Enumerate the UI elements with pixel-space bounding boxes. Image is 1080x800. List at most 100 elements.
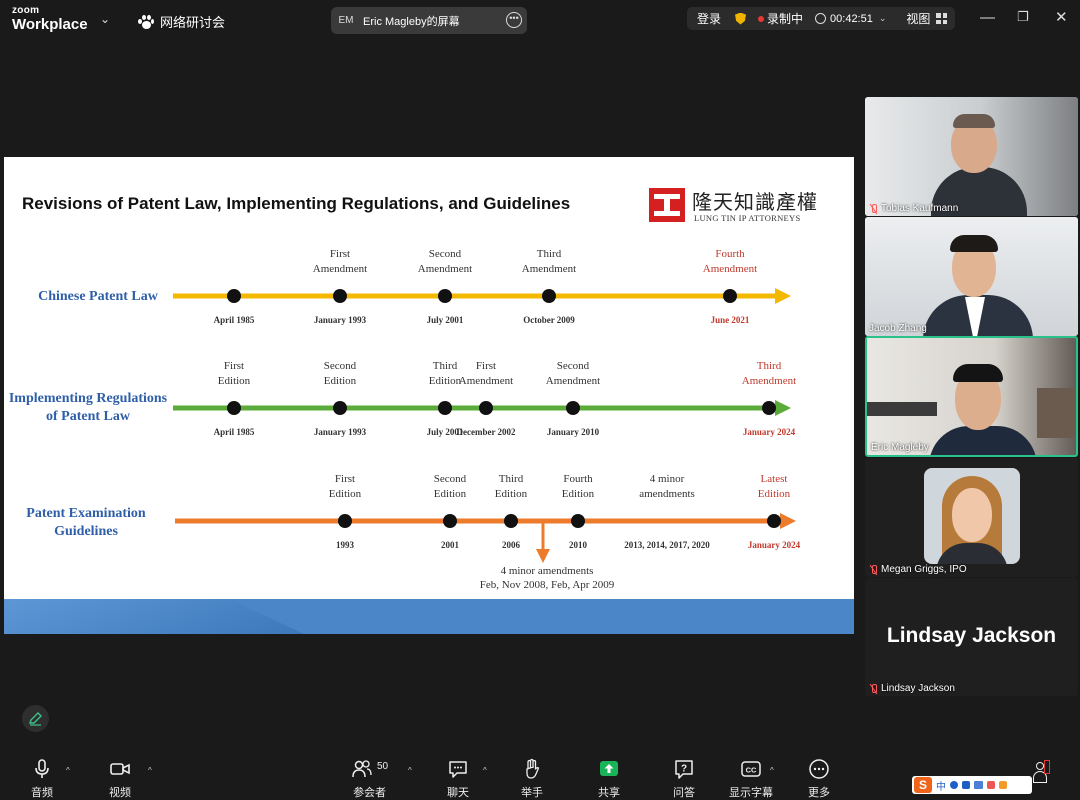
qa-button[interactable]: ? 问答 (673, 758, 695, 800)
timeline-event-label: First (476, 360, 496, 372)
timeline-event-dot (723, 289, 737, 303)
timeline-event-dot (542, 289, 556, 303)
zoom-logo: zoom Workplace (12, 5, 88, 33)
video-options-caret-icon[interactable]: ^ (148, 766, 152, 775)
captions-button[interactable]: CC 显示字幕 (729, 758, 773, 800)
timeline-event-dot (566, 401, 580, 415)
timeline-event-date: January 1993 (314, 427, 367, 437)
chat-bubble-icon (449, 761, 467, 778)
security-shield-icon[interactable] (735, 12, 747, 25)
participants-options-caret-icon[interactable]: ^ (408, 766, 412, 775)
timeline-event-dot (438, 289, 452, 303)
video-tile-jacob[interactable]: Jacob Zhang (865, 217, 1078, 336)
timeline-event-label: Latest (761, 473, 788, 485)
participant-name-tag: Eric Magleby (871, 442, 929, 453)
video-tile-eric[interactable]: Eric Magleby (865, 336, 1078, 457)
screen-share-indicator[interactable]: EM Eric Magleby的屏幕 ••• (331, 7, 527, 34)
timeline-event-date: June 2021 (711, 315, 750, 325)
close-icon[interactable]: ✕ (1055, 10, 1068, 25)
minimize-icon[interactable]: — (980, 10, 995, 25)
meeting-toolbar: 音频 ^ 视频 ^ 50 参会者 ^ 聊天 ^ 举手 共享 ? 问答 CC 显示… (0, 752, 1080, 800)
ime-mode-indicator[interactable]: 中 (936, 778, 946, 793)
raise-hand-button[interactable]: 举手 (521, 758, 543, 800)
share-indicator-text: Eric Magleby的屏幕 (363, 15, 460, 28)
meeting-timer: 00:42:51 (830, 12, 873, 25)
timeline-event-label: Edition (562, 488, 595, 500)
timeline-event-label: Second (324, 360, 357, 372)
video-tile-lindsay[interactable]: Lindsay Jackson Lindsay Jackson (865, 578, 1078, 696)
video-tile-tobias[interactable]: Tobias Kaufmann (865, 97, 1078, 216)
annotate-button[interactable] (22, 705, 49, 732)
timeline-event-label: Amendment (459, 375, 513, 387)
video-button[interactable]: 视频 (109, 758, 131, 800)
audio-button[interactable]: 音频 (31, 758, 53, 800)
recording-status[interactable]: 录制中 (767, 10, 803, 27)
more-button[interactable]: 更多 (808, 758, 830, 800)
webinar-indicator[interactable]: 网络研讨会 (138, 12, 225, 31)
participants-button[interactable]: 50 参会者 (351, 758, 388, 800)
brand-small: zoom (12, 5, 40, 16)
ellipsis-icon[interactable]: ••• (506, 12, 522, 28)
timeline-row-label: Patent Examination (26, 506, 146, 521)
timeline-event-dot (227, 401, 241, 415)
ime-logo-icon: S (914, 777, 932, 793)
ime-toolbar[interactable]: S 中 (912, 776, 1032, 794)
participant-name-tag: Jacob Zhang (869, 323, 927, 334)
webinar-label: 网络研讨会 (160, 15, 226, 30)
callout-text: Feb, Nov 2008, Feb, Apr 2009 (480, 579, 615, 591)
raise-hand-label: 举手 (521, 787, 543, 799)
participant-name: Lindsay Jackson (881, 683, 955, 694)
audio-options-caret-icon[interactable]: ^ (66, 766, 70, 775)
chat-options-caret-icon[interactable]: ^ (483, 766, 487, 775)
captions-options-caret-icon[interactable]: ^ (770, 766, 774, 775)
participants-label: 参会者 (353, 787, 387, 799)
more-label: 更多 (808, 787, 830, 799)
timeline-event-label: Edition (495, 488, 528, 500)
timeline-event-date: 2010 (569, 540, 588, 550)
question-bubble-icon: ? (675, 760, 693, 779)
callout-text: 4 minor amendments (501, 565, 594, 577)
ime-skin-icon[interactable] (987, 781, 995, 789)
attendee-avatar-icon[interactable] (1030, 760, 1050, 790)
timeline-row-label: of Patent Law (46, 409, 131, 424)
ime-punctuation-icon[interactable] (950, 781, 958, 789)
muted-mic-icon (869, 683, 878, 694)
timeline-event-label: Edition (218, 375, 251, 387)
restore-icon[interactable]: ❐ (1017, 10, 1029, 23)
timeline-row-label: Guidelines (54, 524, 118, 539)
timeline-event-label: Third (757, 360, 782, 372)
timeline-arrowhead (780, 513, 796, 529)
microphone-icon (35, 759, 49, 778)
timeline-event-label: Fourth (563, 473, 593, 485)
timeline-event-date: January 2024 (743, 427, 796, 437)
timeline-row-label: Chinese Patent Law (38, 289, 159, 304)
view-button[interactable]: 视图 (906, 10, 930, 27)
timeline-event-label: Amendment (703, 263, 757, 275)
brand-big: Workplace (12, 16, 88, 33)
ime-toolbox-icon[interactable] (999, 781, 1007, 789)
video-tile-megan[interactable]: Megan Griggs, IPO (865, 458, 1078, 577)
timeline-event-label: Edition (329, 488, 362, 500)
slide-footer-band (4, 599, 854, 634)
closed-captions-icon: CC (741, 761, 761, 777)
participant-name-tag: Lindsay Jackson (869, 683, 955, 694)
timeline-event-dot (571, 514, 585, 528)
chat-button[interactable]: 聊天 (447, 758, 469, 800)
timeline-event-label: Second (434, 473, 467, 485)
chevron-down-icon[interactable]: ⌄ (100, 12, 110, 26)
timeline-event-label: Third (499, 473, 524, 485)
login-button[interactable]: 登录 (697, 10, 721, 27)
timer-chevron-icon[interactable]: ⌄ (879, 13, 887, 24)
audio-label: 音频 (31, 787, 53, 799)
timeline-event-date: October 2009 (523, 315, 575, 325)
ime-mic-icon[interactable] (962, 781, 970, 789)
timeline-event-date: January 2024 (748, 540, 801, 550)
timeline-event-label: Third (537, 248, 562, 260)
timeline-event-label: Edition (758, 488, 791, 500)
grid-view-icon[interactable] (936, 13, 948, 24)
ime-keyboard-icon[interactable] (974, 781, 983, 789)
timeline-event-label: Second (557, 360, 590, 372)
share-button[interactable]: 共享 (598, 758, 620, 800)
timeline-event-date: December 2002 (456, 427, 516, 437)
muted-mic-icon (869, 564, 878, 575)
